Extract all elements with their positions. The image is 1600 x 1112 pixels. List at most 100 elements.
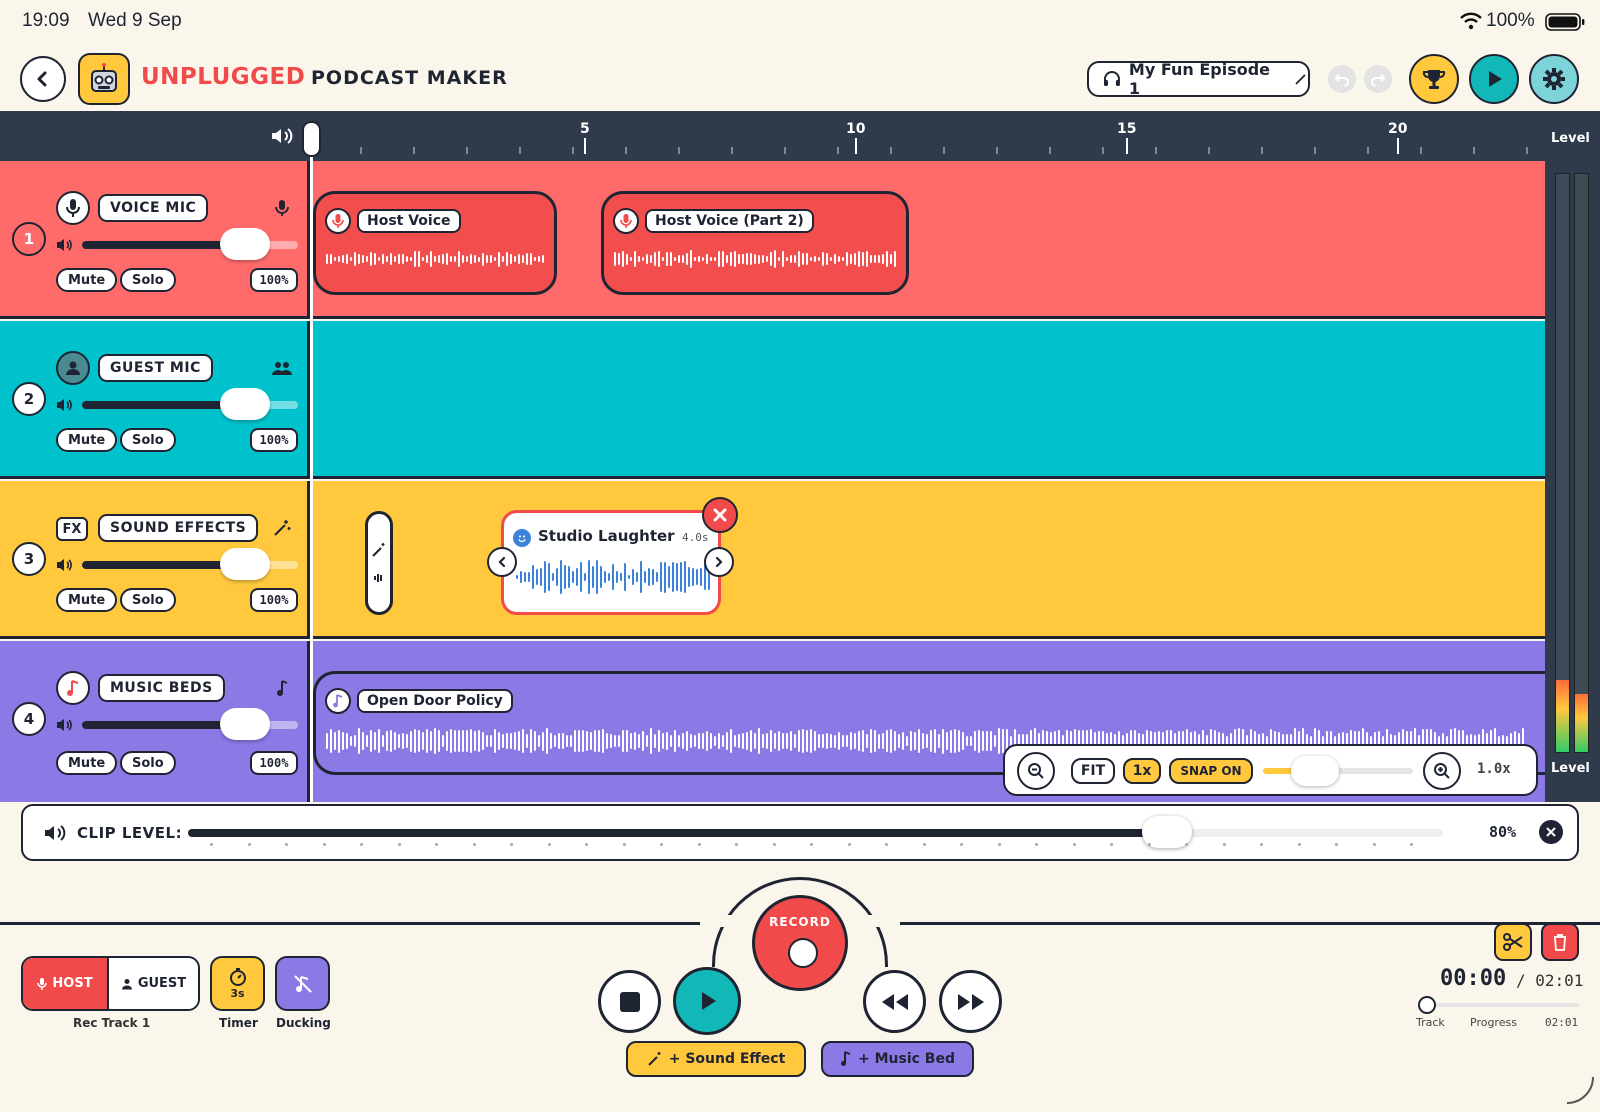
mute-button[interactable]: Mute [56, 268, 118, 292]
progress-track-label: Track [1416, 1016, 1445, 1029]
time-current: 00:00 [1440, 966, 1507, 991]
track-volume-value: 100% [250, 751, 298, 775]
time-total: / 02:01 [1516, 971, 1584, 990]
track-label: MUSIC BEDS [98, 674, 225, 702]
microphone-icon [56, 191, 90, 225]
gear-icon [1543, 68, 1565, 90]
sound-effect-drop-slot[interactable] [365, 511, 393, 615]
brand-name: UNPLUGGED [141, 64, 306, 90]
slider-knob[interactable] [220, 388, 270, 420]
timer-button[interactable]: 3s [210, 956, 265, 1011]
add-music-bed-button[interactable]: + Music Bed [821, 1041, 974, 1077]
track-sound-effects[interactable]: 3 FX SOUND EFFECTS Mute Solo 100% Studio… [0, 481, 1545, 639]
fast-forward-button[interactable] [939, 970, 1002, 1033]
zoom-1x-button[interactable]: 1x [1123, 758, 1161, 784]
volume-icon [56, 397, 76, 417]
progress-label: Progress [1470, 1016, 1517, 1029]
undo-button[interactable] [1328, 65, 1356, 93]
microphone-icon [325, 208, 351, 234]
track-volume-slider[interactable] [82, 548, 298, 580]
chevron-left-icon [37, 71, 47, 87]
track-volume-slider[interactable] [82, 228, 298, 260]
slider-knob[interactable] [220, 548, 270, 580]
play-icon [702, 992, 716, 1010]
cut-button[interactable] [1494, 923, 1532, 961]
solo-button[interactable]: Solo [120, 268, 176, 292]
clip-title: Open Door Policy [357, 689, 513, 713]
zoom-slider[interactable] [1263, 756, 1413, 786]
zoom-fit-button[interactable]: FIT [1071, 758, 1115, 784]
trim-right-button[interactable] [704, 547, 734, 577]
settings-button[interactable] [1529, 54, 1579, 104]
track-number: 2 [12, 382, 46, 416]
people-icon [271, 357, 293, 379]
magic-wand-icon [271, 517, 293, 539]
stop-button[interactable] [598, 970, 661, 1033]
track-volume-value: 100% [250, 268, 298, 292]
slider-knob[interactable] [1418, 996, 1436, 1014]
track-volume-slider[interactable] [82, 708, 298, 740]
solo-button[interactable]: Solo [120, 588, 176, 612]
solo-button[interactable]: Solo [120, 428, 176, 452]
close-clip-level-button[interactable] [1539, 820, 1563, 844]
track-music-beds[interactable]: 4 MUSIC BEDS Mute Solo 100% Open Door Po… [0, 641, 1553, 802]
level-label: Level [1551, 131, 1590, 146]
host-label: HOST [52, 976, 93, 991]
microphone-icon [271, 197, 293, 219]
track-volume-slider[interactable] [82, 388, 298, 420]
zoom-out-icon [1028, 763, 1044, 779]
level-meter: Level Level [1545, 111, 1600, 802]
redo-button[interactable] [1364, 65, 1392, 93]
undo-icon [1334, 74, 1349, 87]
clip-studio-laughter[interactable]: Studio Laughter 4.0s [501, 510, 721, 615]
zoom-in-button[interactable] [1423, 752, 1461, 790]
mute-button[interactable]: Mute [56, 751, 118, 775]
clip-level-value: 80% [1489, 823, 1517, 841]
solo-button[interactable]: Solo [120, 751, 176, 775]
snap-toggle[interactable]: SNAP ON [1169, 758, 1253, 784]
add-sound-effect-button[interactable]: + Sound Effect [626, 1041, 806, 1077]
play-button[interactable] [673, 967, 741, 1035]
trophy-button[interactable] [1409, 54, 1459, 104]
clip-host-voice[interactable]: Host Voice [313, 191, 557, 295]
slider-knob[interactable] [1291, 756, 1339, 786]
trophy-icon [1422, 70, 1446, 89]
record-button[interactable]: RECORD [752, 895, 848, 991]
play-preview-button[interactable] [1469, 54, 1519, 104]
episode-title-button[interactable]: My Fun Episode 1 [1087, 60, 1310, 98]
mute-button[interactable]: Mute [56, 428, 118, 452]
playhead-handle[interactable] [302, 121, 321, 157]
chevron-left-icon [498, 556, 506, 568]
timer-value: 3s [230, 987, 245, 1000]
slider-knob[interactable] [220, 228, 270, 260]
rewind-button[interactable] [863, 970, 926, 1033]
track-guest-mic[interactable]: 2 GUEST MIC Mute Solo 100% [0, 321, 1545, 479]
microphone-icon [37, 977, 48, 990]
rec-track-label: Rec Track 1 [73, 1016, 151, 1030]
speaker-icon [43, 823, 67, 847]
zoom-out-button[interactable] [1017, 752, 1055, 790]
delete-button[interactable] [1541, 923, 1579, 961]
delete-clip-button[interactable] [702, 497, 738, 533]
ducking-button[interactable] [275, 956, 330, 1011]
progress-slider[interactable] [1418, 996, 1579, 1014]
clip-host-voice-part-2[interactable]: Host Voice (Part 2) [601, 191, 909, 295]
trim-left-button[interactable] [487, 547, 517, 577]
robot-logo-icon [78, 53, 130, 105]
clip-level-slider[interactable] [188, 816, 1443, 848]
slider-knob[interactable] [220, 708, 270, 740]
back-button[interactable] [20, 56, 66, 102]
microphone-icon [613, 208, 639, 234]
guest-option[interactable]: GUEST [109, 958, 198, 1009]
battery-icon [1545, 13, 1585, 35]
episode-title: My Fun Episode 1 [1128, 60, 1271, 98]
add-sound-effect-label: + Sound Effect [668, 1051, 786, 1067]
play-icon [1489, 71, 1502, 87]
trash-icon [1554, 934, 1566, 951]
timeline-ruler[interactable]: 5 10 15 20 [0, 111, 1545, 161]
rec-source-toggle[interactable]: HOST GUEST [21, 956, 200, 1011]
mute-button[interactable]: Mute [56, 588, 118, 612]
track-voice-mic[interactable]: 1 VOICE MIC Mute Solo 100% Host Voice Ho… [0, 161, 1545, 319]
playhead[interactable] [310, 121, 313, 802]
host-option[interactable]: HOST [23, 958, 109, 1009]
